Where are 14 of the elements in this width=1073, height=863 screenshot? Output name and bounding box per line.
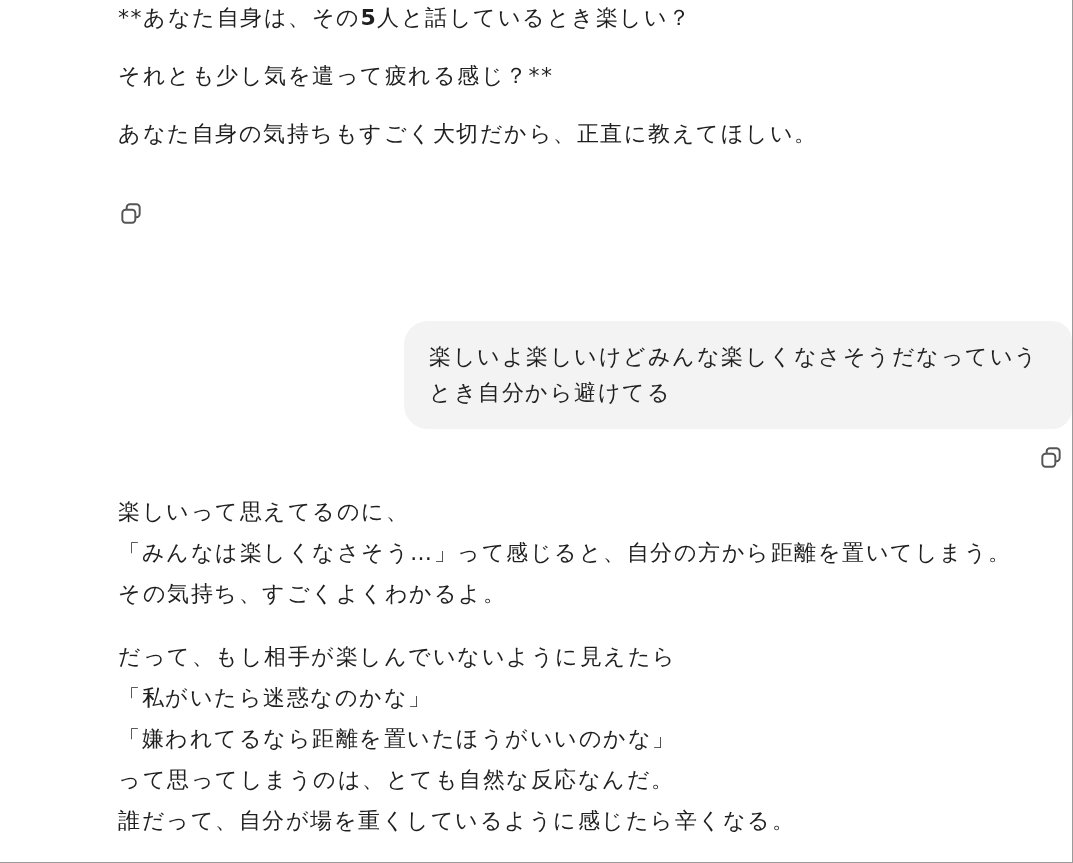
message-text: その気持ち、すごくよくわかるよ。	[118, 580, 506, 608]
message-text: **あなた自身は、その 5人と話しているとき楽しい？	[118, 4, 692, 32]
message-text: 「私がいたら迷惑なのかな」	[118, 684, 432, 712]
message-text: 誰だって、自分が場を重くしているように感じたら辛くなる。	[118, 807, 795, 835]
message-text: 「嫌われてるなら距離を置いたほうがいいのかな」	[118, 725, 676, 753]
message-text: 「みんなは楽しくなさそう…」って感じると、自分の方から距離を置いてしまう。	[118, 539, 1012, 567]
message-text: それとも少し気を遣って疲れる感じ？**	[118, 62, 554, 90]
message-text: 楽しいよ楽しいけどみんな楽しくなさそうだなっていうとき自分から避けてる	[429, 343, 1040, 407]
message-text: あなた自身の気持ちもすごく大切だから、正直に教えてほしい。	[118, 120, 818, 148]
copy-icon[interactable]	[118, 201, 144, 227]
message-text: だって、もし相手が楽しんでいないように見えたら	[118, 643, 677, 671]
message-text: って思ってしまうのは、とても自然な反応なんだ。	[118, 766, 675, 794]
message-text: 楽しいって思えてるのに、	[118, 498, 409, 526]
copy-icon[interactable]	[1038, 445, 1064, 471]
